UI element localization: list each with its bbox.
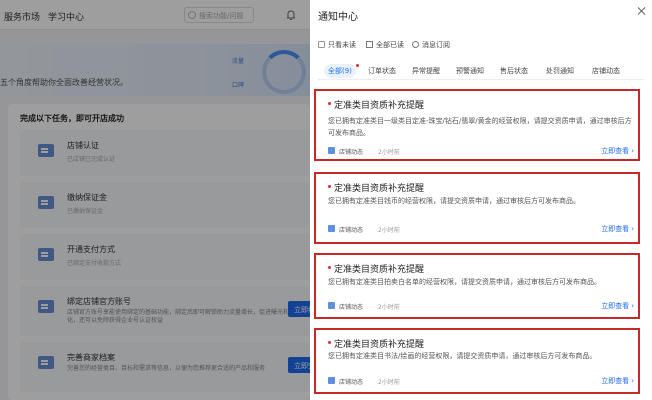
store-icon [328, 377, 335, 384]
notification-title: 定准类目资质补充提醒 [334, 184, 425, 194]
tab-store-news[interactable]: 店铺动态 [592, 66, 620, 76]
tab-warning[interactable]: 预警通知 [456, 66, 484, 76]
notification-source: 店铺动态 [339, 304, 364, 311]
mark-all-read-label: 全部已读 [376, 41, 404, 49]
tab-label: 全部(9) [328, 67, 352, 75]
notification-card[interactable]: 定准类目资质补充提醒 您已拥有定准类目书法/绘画的经营权限，请提交资质申请，通过… [314, 328, 640, 394]
drawer-title: 通知中心 [318, 12, 358, 23]
chevron-right-icon: › [631, 225, 634, 233]
notification-time: 2小时前 [378, 227, 400, 234]
close-icon[interactable] [637, 6, 647, 16]
notification-time: 2小时前 [378, 149, 400, 156]
tab-exception[interactable]: 异常提醒 [412, 66, 440, 76]
chevron-right-icon: › [631, 377, 634, 385]
notification-drawer: 通知中心 只看未读 全部已读 消息订阅 全部(9) 订单状态 异常提醒 预警通知… [310, 0, 652, 400]
unread-dot [328, 102, 331, 105]
notification-title: 定准类目资质补充提醒 [334, 101, 425, 111]
unread-only-label: 只看未读 [328, 41, 356, 49]
notification-time: 2小时前 [378, 304, 400, 311]
tab-bar: 全部(9) 订单状态 异常提醒 预警通知 售后状态 处罚通知 店铺动态 [318, 60, 644, 80]
unread-only-checkbox[interactable]: 只看未读 [318, 40, 356, 50]
notification-card[interactable]: 定准类目资质补充提醒 您已拥有定准类目拍卖白名单的经营权限，请提交资质申请，通过… [314, 253, 640, 319]
checkbox-icon [318, 41, 325, 48]
tab-penalty[interactable]: 处罚通知 [546, 66, 574, 76]
chevron-right-icon: › [631, 147, 634, 155]
unread-dot [328, 185, 331, 188]
modal-overlay[interactable] [0, 0, 310, 400]
view-now-label: 立即查看 [601, 147, 630, 155]
store-icon [328, 225, 335, 232]
notification-footer: 店铺动态 2小时前 立即查看 › [328, 376, 634, 386]
notification-footer: 店铺动态 2小时前 立即查看 › [328, 146, 634, 156]
notification-time: 2小时前 [378, 379, 400, 386]
tab-order-status[interactable]: 订单状态 [368, 66, 396, 76]
notification-title: 定准类目资质补充提醒 [334, 340, 425, 350]
view-now-label: 立即查看 [601, 377, 630, 385]
notification-source: 店铺动态 [339, 379, 364, 386]
notification-footer: 店铺动态 2小时前 立即查看 › [328, 301, 634, 311]
subscribe-label: 消息订阅 [422, 41, 450, 49]
notification-source: 店铺动态 [339, 149, 364, 156]
unread-dot [328, 341, 331, 344]
view-now-link[interactable]: 立即查看 › [601, 376, 634, 386]
notification-card[interactable]: 定准类目资质补充提醒 您已拥有定准类目一级类目定准-珠宝/钻石/翡翠/黄金的经营… [314, 89, 640, 161]
notification-body: 您已拥有定准类目钱币的经营权限，请提交资质申请，通过审核后方可发布商品。 [328, 197, 580, 205]
unread-dot [328, 266, 331, 269]
notification-body: 您已拥有定准类目书法/绘画的经营权限，请提交资质申请，通过审核后方可发布商品。 [328, 352, 597, 360]
notification-source: 店铺动态 [339, 227, 364, 234]
view-now-link[interactable]: 立即查看 › [601, 146, 634, 156]
notification-body: 您已拥有定准类目拍卖白名单的经营权限，请提交资质申请，通过审核后方可发布商品。 [328, 278, 601, 286]
notification-footer: 店铺动态 2小时前 立即查看 › [328, 224, 634, 234]
view-now-label: 立即查看 [601, 302, 630, 310]
chevron-right-icon: › [631, 302, 634, 310]
store-icon [328, 147, 335, 154]
view-now-link[interactable]: 立即查看 › [601, 224, 634, 234]
view-now-link[interactable]: 立即查看 › [601, 301, 634, 311]
mark-all-read-button[interactable]: 全部已读 [366, 40, 404, 50]
tab-after-sale[interactable]: 售后状态 [500, 66, 528, 76]
view-now-label: 立即查看 [601, 225, 630, 233]
tab-all[interactable]: 全部(9) [324, 64, 359, 78]
notification-card[interactable]: 定准类目资质补充提醒 您已拥有定准类目钱币的经营权限，请提交资质申请，通过审核后… [314, 172, 640, 244]
gear-icon [412, 41, 419, 48]
subscribe-button[interactable]: 消息订阅 [412, 40, 450, 50]
mark-read-icon [366, 41, 373, 48]
store-icon [328, 302, 335, 309]
notification-body: 您已拥有定准类目一级类目定准-珠宝/钻石/翡翠/黄金的经营权限，请提交资质申请，… [328, 117, 632, 137]
notification-title: 定准类目资质补充提醒 [334, 265, 425, 275]
unread-dot [355, 64, 359, 67]
